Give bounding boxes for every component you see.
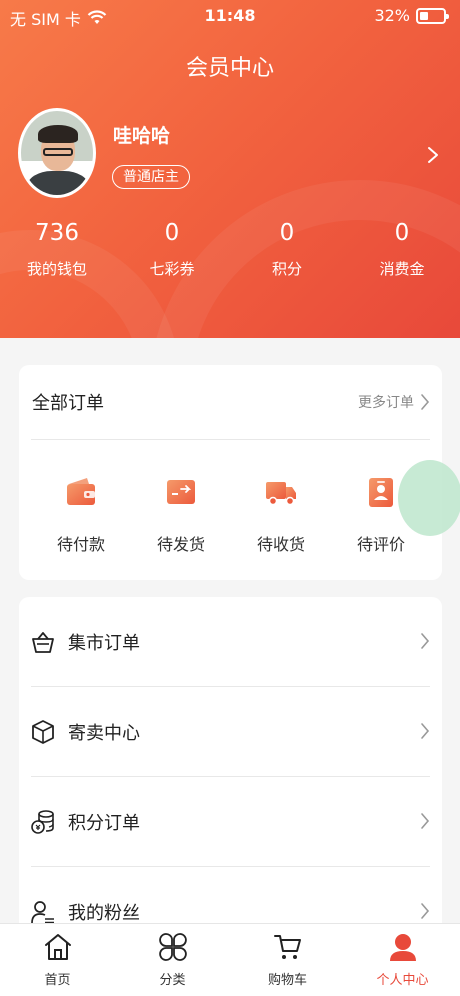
page-title: 会员中心 (185, 56, 274, 81)
menu-market-orders[interactable]: 集市订单 (19, 597, 442, 687)
chevron-right-icon[interactable] (422, 140, 444, 170)
menu-label: 我的粉丝 (68, 903, 140, 924)
order-item-label: 待发货 (156, 535, 205, 554)
orders-title: 全部订单 (32, 393, 104, 414)
menu-points-orders[interactable]: 积分订单 (19, 777, 442, 867)
stat-spending-credit[interactable]: 0 消费金 (347, 218, 457, 279)
tab-label: 首页 (44, 973, 71, 988)
card-send-icon (167, 480, 195, 504)
stat-value: 0 (279, 220, 295, 246)
coins-icon (31, 810, 54, 834)
chevron-right-icon (421, 813, 430, 829)
chevron-right-icon (421, 903, 430, 919)
stat-label: 我的钱包 (26, 260, 87, 278)
stat-label: 积分 (271, 260, 302, 278)
more-orders-label: 更多订单 (358, 395, 414, 411)
stat-value: 0 (164, 220, 180, 246)
order-item-label: 待评价 (356, 535, 405, 554)
bottom-tab-bar: 首页 分类 购物车 个人中心 (0, 923, 460, 996)
menu-label: 寄卖中心 (68, 723, 140, 744)
orders-card: 全部订单 更多订单 待付款 待发货 待收货 待评价 (19, 365, 442, 580)
category-icon (158, 933, 187, 961)
stats-row: 736 我的钱包 0 七彩券 0 积分 0 消费金 (0, 218, 460, 288)
stat-value: 0 (394, 220, 410, 246)
tab-profile[interactable]: 个人中心 (345, 924, 460, 996)
level-badge: 普通店主 (112, 165, 190, 189)
status-battery-group: 32% (374, 6, 449, 25)
menu-label: 积分订单 (68, 813, 140, 834)
stat-label: 消费金 (379, 260, 425, 278)
person-icon (389, 934, 416, 961)
divider (31, 439, 430, 440)
stat-label: 七彩券 (149, 260, 195, 278)
stat-wallet[interactable]: 736 我的钱包 (2, 218, 112, 279)
cart-icon (273, 935, 301, 959)
chevron-right-icon (421, 723, 430, 739)
user-list-icon (31, 901, 54, 924)
tab-home[interactable]: 首页 (0, 924, 115, 996)
truck-icon (266, 482, 296, 506)
chevron-right-icon (421, 394, 430, 410)
wallet-icon (67, 478, 95, 505)
tab-category[interactable]: 分类 (115, 924, 230, 996)
stat-points[interactable]: 0 积分 (232, 218, 342, 279)
box-icon (32, 720, 54, 744)
review-badge-icon (369, 478, 393, 507)
battery-percent: 32% (374, 6, 410, 25)
order-pending-receipt[interactable]: 待收货 (236, 475, 326, 555)
chevron-right-icon (421, 633, 430, 649)
basket-icon (32, 632, 54, 653)
order-item-label: 待付款 (56, 535, 105, 554)
status-bar: 无 SIM 卡 11:48 32% (0, 0, 460, 34)
battery-icon (416, 7, 449, 24)
order-pending-shipment[interactable]: 待发货 (136, 475, 226, 555)
tab-label: 个人中心 (376, 973, 429, 988)
order-pending-payment[interactable]: 待付款 (36, 475, 126, 555)
tab-label: 分类 (159, 973, 186, 988)
more-orders-link[interactable]: 更多订单 (358, 392, 430, 412)
order-item-label: 待收货 (256, 535, 305, 554)
stat-value: 736 (35, 220, 79, 246)
tab-cart[interactable]: 购物车 (230, 924, 345, 996)
username: 哇哈哈 (113, 125, 171, 147)
floating-assist-button[interactable] (398, 460, 460, 536)
stat-coupons[interactable]: 0 七彩券 (117, 218, 227, 279)
orders-header: 全部订单 更多订单 (19, 365, 442, 439)
member-header: 无 SIM 卡 11:48 32% 会员中心 哇哈哈 普通店主 736 我的钱包 (0, 0, 460, 338)
menu-consignment-center[interactable]: 寄卖中心 (19, 687, 442, 777)
home-icon (44, 934, 71, 960)
avatar[interactable] (18, 108, 96, 198)
tab-label: 购物车 (267, 973, 307, 988)
menu-label: 集市订单 (68, 633, 140, 654)
